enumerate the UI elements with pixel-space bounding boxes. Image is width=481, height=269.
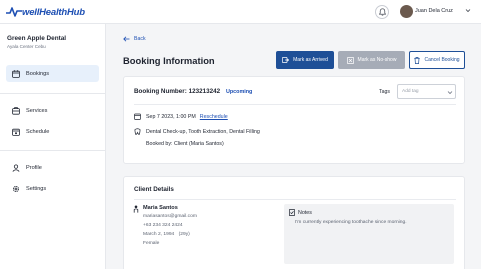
close-box-icon	[346, 56, 354, 64]
booking-card: Booking Number: 123213242 Upcoming Tags …	[123, 76, 465, 164]
mark-noshow-button[interactable]: Mark as No-show	[338, 51, 405, 69]
user-name[interactable]: Juan Dela Cruz	[415, 8, 453, 14]
sidebar-item-settings[interactable]: Settings	[6, 180, 99, 197]
notes-text: I'm currently experiencing toothache sin…	[295, 220, 407, 225]
notes-panel: Notes I'm currently experiencing toothac…	[284, 204, 454, 264]
client-gender: Female	[143, 241, 160, 246]
card-divider	[134, 199, 456, 200]
client-section-title: Client Details	[134, 186, 174, 193]
note-icon	[289, 209, 295, 216]
person-icon	[133, 205, 139, 213]
services-icon	[12, 106, 20, 115]
client-card: Client Details Maria Santos mariasantos@…	[123, 176, 465, 269]
sidebar-item-label: Schedule	[26, 128, 50, 135]
mark-noshow-label: Mark as No-show	[357, 57, 397, 63]
gear-icon	[12, 185, 20, 193]
client-birthdate-value: March 2, 1994	[143, 232, 175, 237]
status-badge: Upcoming	[226, 89, 253, 95]
clinic-name: Green Apple Dental	[7, 35, 67, 42]
trash-icon	[414, 56, 421, 64]
arrow-left-icon	[123, 36, 130, 42]
sidebar-item-label: Profile	[26, 164, 42, 171]
tag-placeholder: Add tag	[402, 89, 419, 94]
pulse-logo-icon	[6, 7, 22, 17]
sidebar-item-label: Services	[26, 107, 48, 114]
client-age: (29y)	[178, 232, 190, 237]
avatar[interactable]	[400, 5, 413, 18]
mark-arrived-button[interactable]: Mark as Arrived	[276, 51, 334, 69]
sidebar-item-label: Settings	[26, 185, 47, 192]
sidebar-item-services[interactable]: Services	[6, 102, 99, 119]
booking-number: Booking Number: 123213242	[134, 88, 221, 95]
clinic-location: Ayala Center Cebu	[7, 44, 46, 49]
booking-services-row: Dental Check-up, Tooth Extraction, Denta…	[134, 128, 260, 135]
client-birthdate: March 2, 1994 (29y)	[143, 232, 190, 237]
notes-header: Notes	[289, 209, 312, 216]
notes-label: Notes	[298, 209, 312, 216]
cancel-booking-label: Cancel Booking	[424, 57, 460, 63]
card-divider	[134, 104, 456, 105]
sidebar-item-schedule[interactable]: Schedule	[6, 123, 99, 140]
client-name: Maria Santos	[143, 205, 178, 211]
chevron-down-icon	[447, 91, 453, 95]
mark-arrived-label: Mark as Arrived	[293, 57, 328, 63]
main-content: Back Booking Information Mark as Arrived…	[107, 24, 481, 269]
tag-select[interactable]: Add tag	[397, 84, 456, 99]
brand-logo[interactable]: wellHealthHub	[6, 5, 85, 19]
sidebar-item-profile[interactable]: Profile	[6, 159, 99, 176]
tags-label: Tags	[379, 89, 390, 95]
client-phone: +63 234 324 2424	[143, 223, 183, 228]
client-email: mariasantos@gmail.com	[143, 214, 197, 219]
notifications-button[interactable]	[375, 5, 389, 19]
sidebar-divider	[0, 93, 106, 94]
tooth-icon	[134, 128, 141, 135]
page-title: Booking Information	[123, 55, 215, 66]
brand-name: wellHealthHub	[22, 6, 85, 18]
sidebar: Green Apple Dental Ayala Center Cebu Boo…	[0, 24, 106, 269]
user-icon	[12, 163, 20, 172]
booking-services: Dental Check-up, Tooth Extraction, Denta…	[146, 128, 260, 135]
booking-datetime: Sep 7 2023, 1:00 PM	[146, 113, 196, 120]
arrived-icon	[282, 57, 290, 63]
sidebar-item-bookings[interactable]: Bookings	[6, 65, 99, 82]
back-link[interactable]: Back	[123, 36, 146, 42]
sidebar-divider	[0, 150, 106, 151]
booked-by-row: Booked by: Client (Maria Santos)	[146, 141, 224, 147]
chevron-down-icon[interactable]	[465, 8, 471, 13]
booking-datetime-row: Sep 7 2023, 1:00 PM Reschedule	[134, 113, 228, 120]
top-bar: wellHealthHub Juan Dela Cruz	[0, 0, 481, 24]
cancel-booking-button[interactable]: Cancel Booking	[409, 51, 465, 69]
bell-icon	[378, 8, 386, 16]
reschedule-link[interactable]: Reschedule	[200, 114, 228, 120]
calendar-icon	[12, 69, 20, 78]
sidebar-item-label: Bookings	[26, 70, 50, 77]
schedule-icon	[12, 128, 20, 136]
booked-by: Booked by: Client (Maria Santos)	[146, 141, 224, 147]
back-label: Back	[134, 36, 146, 42]
calendar-icon	[134, 113, 141, 120]
